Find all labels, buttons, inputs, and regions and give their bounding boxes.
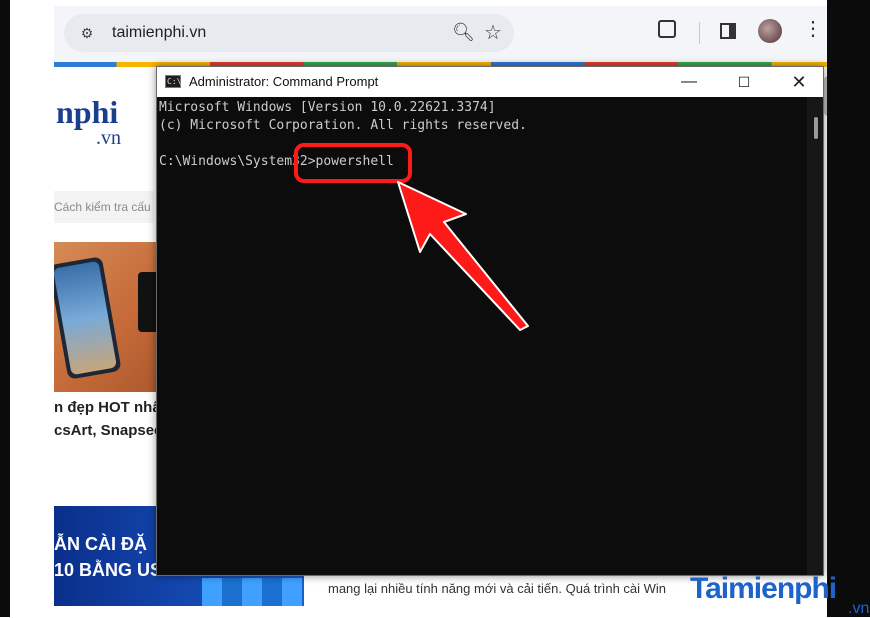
url-text[interactable]: taimienphi.vn xyxy=(112,24,206,42)
browser-toolbar: ⚙ taimienphi.vn 🔍︎ ☆ ⋮ xyxy=(54,6,834,62)
cmd-window-title: Administrator: Command Prompt xyxy=(189,74,379,89)
article-thumbnail[interactable] xyxy=(54,242,156,392)
screenshot-frame: ⚙ taimienphi.vn 🔍︎ ☆ ⋮ nphi .vn Cách kiể… xyxy=(0,0,870,617)
website-logo-suffix: .vn xyxy=(96,127,121,149)
kebab-menu-icon[interactable]: ⋮ xyxy=(803,18,823,40)
taimienphi-watermark: Taimienphi .vn xyxy=(690,572,869,617)
watermark-text: Taimienphi xyxy=(690,572,837,605)
console-line: Microsoft Windows [Version 10.0.22621.33… xyxy=(159,100,496,115)
side-panel-icon[interactable] xyxy=(720,23,736,39)
star-icon[interactable]: ☆ xyxy=(484,20,502,45)
phone-image xyxy=(54,256,122,380)
console-scroll-thumb[interactable] xyxy=(814,117,818,139)
article-headline-line-1[interactable]: n đẹp HOT nhất xyxy=(54,399,166,416)
left-black-border xyxy=(0,0,10,617)
avatar[interactable] xyxy=(758,19,782,43)
banner-text-line-2: 10 BẰNG US xyxy=(54,560,163,580)
article-body-text: mang lại nhiều tính năng mới và cải tiến… xyxy=(328,581,667,596)
tune-icon[interactable]: ⚙ xyxy=(78,24,96,42)
website-search-placeholder: Cách kiểm tra cấu xyxy=(54,200,151,214)
zoom-icon[interactable]: 🔍︎ xyxy=(452,22,475,43)
watermark-suffix: .vn xyxy=(848,600,870,617)
maximize-button[interactable]: ☐ xyxy=(732,71,756,93)
command-prompt-window[interactable]: C:\ Administrator: Command Prompt — ☐ ✕ … xyxy=(156,66,824,576)
second-phone-image xyxy=(138,272,156,332)
close-button[interactable]: ✕ xyxy=(787,71,811,93)
minimize-button[interactable]: — xyxy=(677,71,701,93)
phone-screen xyxy=(54,260,118,376)
banner-text-line-1: ẪN CÀI ĐẶ xyxy=(54,534,147,554)
toolbar-divider xyxy=(699,22,700,44)
article-headline-line-2[interactable]: csArt, Snapsee xyxy=(54,422,162,439)
console-output[interactable]: Microsoft Windows [Version 10.0.22621.33… xyxy=(157,97,803,575)
console-scrollbar[interactable] xyxy=(807,97,823,575)
address-bar[interactable]: ⚙ taimienphi.vn 🔍︎ ☆ xyxy=(64,14,514,52)
highlight-annotation xyxy=(294,143,412,183)
cmd-title-bar[interactable]: C:\ Administrator: Command Prompt — ☐ ✕ xyxy=(157,67,823,97)
website-logo[interactable]: nphi xyxy=(56,94,118,131)
console-line: (c) Microsoft Corporation. All rights re… xyxy=(159,118,527,133)
right-black-border xyxy=(827,0,870,617)
banner-decoration xyxy=(202,578,302,606)
console-icon: C:\ xyxy=(165,75,182,88)
puzzle-icon[interactable] xyxy=(658,20,676,38)
